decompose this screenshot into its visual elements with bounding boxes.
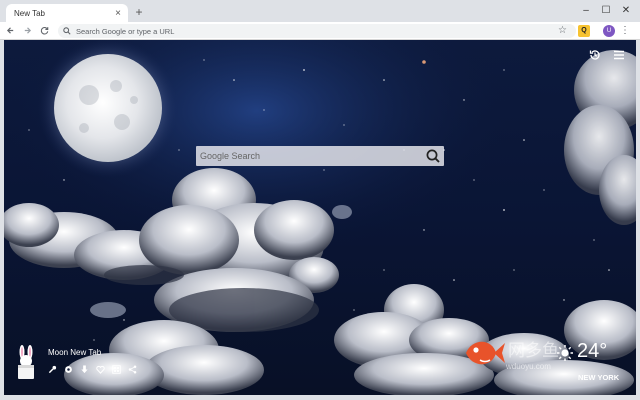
reload-button[interactable] bbox=[37, 24, 51, 38]
heart-icon[interactable] bbox=[96, 365, 105, 374]
weather-city: NEW YORK bbox=[578, 373, 620, 382]
tab-title: New Tab bbox=[14, 8, 45, 18]
toolbar-icons bbox=[48, 365, 137, 374]
browser-titlebar: New Tab × + – ☐ ✕ bbox=[0, 0, 640, 22]
address-bar-placeholder: Search Google or type a URL bbox=[76, 26, 175, 36]
apps-icon[interactable] bbox=[112, 365, 121, 374]
new-tab-page: Moon New Tab 网多鱼 wduoyu.com 24° NEW YORK bbox=[4, 40, 636, 395]
back-arrow-icon bbox=[6, 27, 13, 34]
temperature: 24° bbox=[577, 340, 608, 362]
forward-arrow-icon bbox=[24, 27, 31, 34]
night-sky-background bbox=[4, 40, 636, 395]
address-bar[interactable]: Search Google or type a URL bbox=[58, 24, 576, 38]
profile-avatar[interactable]: U bbox=[603, 25, 615, 37]
app-name: Moon New Tab bbox=[48, 348, 102, 357]
tab-close-icon[interactable]: × bbox=[111, 8, 125, 19]
wrench-icon[interactable] bbox=[48, 365, 57, 374]
back-button[interactable] bbox=[3, 24, 17, 38]
share-icon[interactable] bbox=[128, 365, 137, 374]
settings-icon[interactable] bbox=[64, 365, 73, 374]
search-icon bbox=[63, 27, 71, 35]
tab-new-tab[interactable]: New Tab × bbox=[6, 4, 128, 22]
download-icon[interactable] bbox=[80, 365, 89, 374]
history-icon[interactable] bbox=[588, 48, 602, 62]
extension-icon[interactable]: Q bbox=[578, 25, 590, 37]
google-search-box bbox=[196, 146, 444, 166]
maximize-button[interactable]: ☐ bbox=[596, 0, 616, 20]
search-button-icon[interactable] bbox=[425, 148, 441, 164]
bunny-logo-icon[interactable] bbox=[14, 345, 38, 379]
menu-icon[interactable] bbox=[612, 48, 626, 62]
close-window-button[interactable]: ✕ bbox=[616, 0, 636, 20]
sun-icon bbox=[557, 345, 573, 361]
search-input[interactable] bbox=[200, 149, 418, 163]
forward-button[interactable] bbox=[20, 24, 34, 38]
window-controls: – ☐ ✕ bbox=[576, 0, 636, 20]
top-right-controls bbox=[588, 48, 626, 62]
browser-toolbar: Search Google or type a URL ☆ Q U ⋮ bbox=[0, 22, 640, 40]
reload-icon bbox=[40, 27, 48, 35]
new-tab-button[interactable]: + bbox=[132, 5, 146, 19]
bookmark-star-icon[interactable]: ☆ bbox=[558, 25, 567, 36]
browser-menu-icon[interactable]: ⋮ bbox=[620, 25, 630, 36]
minimize-button[interactable]: – bbox=[576, 0, 596, 20]
